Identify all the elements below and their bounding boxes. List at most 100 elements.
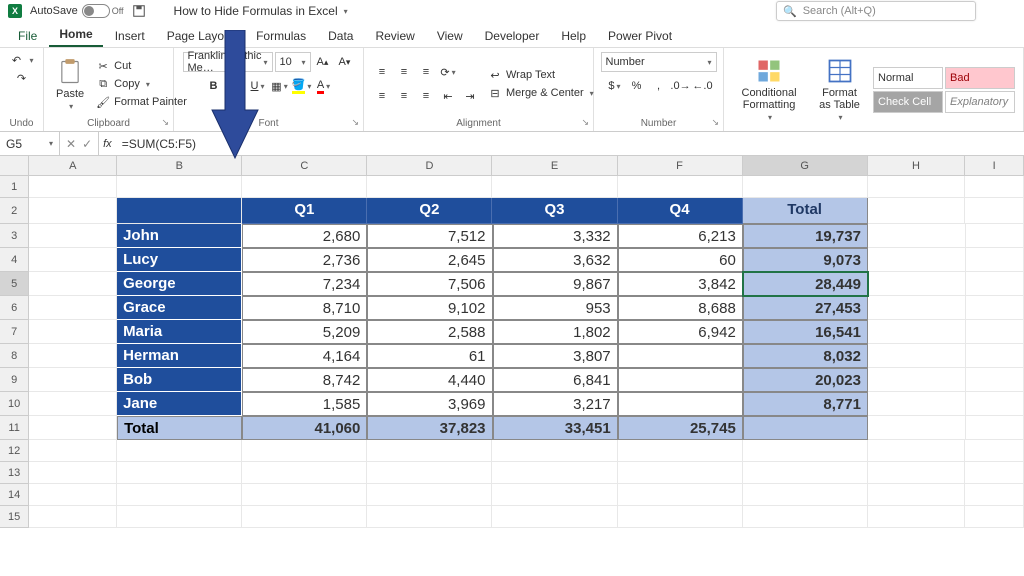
align-right-button[interactable]: ≡ (416, 86, 436, 106)
cell[interactable] (868, 392, 966, 416)
style-normal[interactable]: Normal (873, 67, 943, 89)
orientation-button[interactable]: ⟳▾ (438, 62, 458, 82)
row-header[interactable]: 7 (0, 320, 29, 344)
cell[interactable] (29, 392, 117, 416)
tab-help[interactable]: Help (551, 25, 596, 47)
cell[interactable] (965, 176, 1024, 198)
tab-data[interactable]: Data (318, 25, 363, 47)
cell[interactable] (966, 296, 1024, 320)
align-center-button[interactable]: ≡ (394, 86, 414, 106)
accounting-button[interactable]: $▾ (605, 76, 625, 96)
cell[interactable] (29, 462, 117, 484)
cell[interactable] (965, 506, 1024, 528)
style-check-cell[interactable]: Check Cell (873, 91, 943, 113)
cell[interactable]: 8,710 (242, 296, 367, 320)
cell[interactable]: 9,073 (743, 248, 868, 272)
font-color-button[interactable]: A▾ (314, 76, 334, 96)
cell[interactable] (492, 506, 617, 528)
cell[interactable] (117, 440, 242, 462)
col-header-h[interactable]: H (868, 156, 966, 176)
cell[interactable] (367, 440, 492, 462)
decrease-font-button[interactable]: A▾ (335, 52, 355, 72)
row-header[interactable]: 2 (0, 198, 29, 224)
row-header[interactable]: 15 (0, 506, 29, 528)
col-header-f[interactable]: F (618, 156, 743, 176)
cell[interactable] (743, 416, 868, 440)
cell[interactable]: Maria (117, 320, 242, 344)
decrease-indent-button[interactable]: ⇤ (438, 86, 458, 106)
cell[interactable] (29, 272, 117, 296)
cell[interactable]: 8,688 (618, 296, 743, 320)
cell[interactable]: George (117, 272, 242, 296)
cell[interactable] (117, 198, 242, 224)
row-header[interactable]: 6 (0, 296, 29, 320)
cell[interactable]: 3,969 (367, 392, 492, 416)
cell[interactable] (29, 344, 117, 368)
row-header[interactable]: 11 (0, 416, 29, 440)
cell[interactable] (117, 484, 242, 506)
cell[interactable]: 7,506 (367, 272, 492, 296)
cell[interactable]: 41,060 (242, 416, 367, 440)
tab-review[interactable]: Review (365, 25, 424, 47)
tab-formulas[interactable]: Formulas (246, 25, 316, 47)
cell[interactable]: 28,449 (743, 272, 868, 296)
cell[interactable] (868, 368, 966, 392)
cell[interactable]: 8,032 (743, 344, 868, 368)
cell[interactable] (367, 462, 492, 484)
font-name-select[interactable]: Franklin Gothic Me…▾ (183, 52, 273, 72)
cell[interactable] (868, 320, 966, 344)
save-icon[interactable] (132, 4, 146, 18)
cell[interactable]: 9,102 (367, 296, 492, 320)
underline-button[interactable]: U▾ (248, 76, 268, 96)
cell[interactable] (29, 198, 117, 224)
cell[interactable] (367, 484, 492, 506)
row-header[interactable]: 10 (0, 392, 29, 416)
cell[interactable] (242, 484, 367, 506)
cell[interactable] (743, 176, 868, 198)
search-input[interactable]: 🔍 Search (Alt+Q) (776, 1, 976, 21)
border-button[interactable]: ▦▾ (270, 76, 290, 96)
cell[interactable]: Bob (117, 368, 242, 392)
cell[interactable] (868, 198, 966, 224)
cell[interactable]: Q3 (492, 198, 617, 224)
cell[interactable]: Total (117, 416, 242, 440)
cell[interactable] (29, 416, 117, 440)
font-launcher-icon[interactable]: ↘ (351, 117, 359, 128)
cell[interactable]: 8,742 (242, 368, 367, 392)
cell[interactable]: 2,736 (242, 248, 367, 272)
cell[interactable] (492, 462, 617, 484)
cell[interactable]: 19,737 (743, 224, 868, 248)
cell[interactable]: 6,841 (493, 368, 618, 392)
cell[interactable] (618, 506, 743, 528)
cell[interactable]: 3,842 (618, 272, 743, 296)
cell[interactable] (965, 484, 1024, 506)
col-header-a[interactable]: A (29, 156, 117, 176)
row-header[interactable]: 3 (0, 224, 29, 248)
cell[interactable] (868, 272, 966, 296)
cell[interactable] (965, 440, 1024, 462)
cell[interactable]: 5,209 (242, 320, 367, 344)
row-header[interactable]: 5 (0, 272, 29, 296)
cell[interactable] (29, 320, 117, 344)
cell[interactable] (868, 506, 966, 528)
cell[interactable] (966, 272, 1024, 296)
row-header[interactable]: 12 (0, 440, 29, 462)
increase-decimal-button[interactable]: .0→ (671, 76, 691, 96)
cell[interactable] (966, 344, 1024, 368)
cancel-formula-icon[interactable]: ✕ (66, 137, 76, 151)
cell[interactable]: Grace (117, 296, 242, 320)
percent-button[interactable]: % (627, 76, 647, 96)
autosave-toggle[interactable]: AutoSave Off (30, 4, 124, 18)
cell[interactable] (868, 462, 966, 484)
cell[interactable]: 2,680 (242, 224, 367, 248)
cell[interactable]: 27,453 (743, 296, 868, 320)
cell[interactable] (966, 368, 1024, 392)
cell[interactable]: 60 (618, 248, 743, 272)
select-all-corner[interactable] (0, 156, 29, 176)
cell[interactable]: John (117, 224, 242, 248)
cell[interactable] (117, 462, 242, 484)
cell[interactable] (618, 440, 743, 462)
cell[interactable]: 4,164 (242, 344, 367, 368)
cell[interactable] (966, 392, 1024, 416)
cell[interactable]: 16,541 (743, 320, 868, 344)
